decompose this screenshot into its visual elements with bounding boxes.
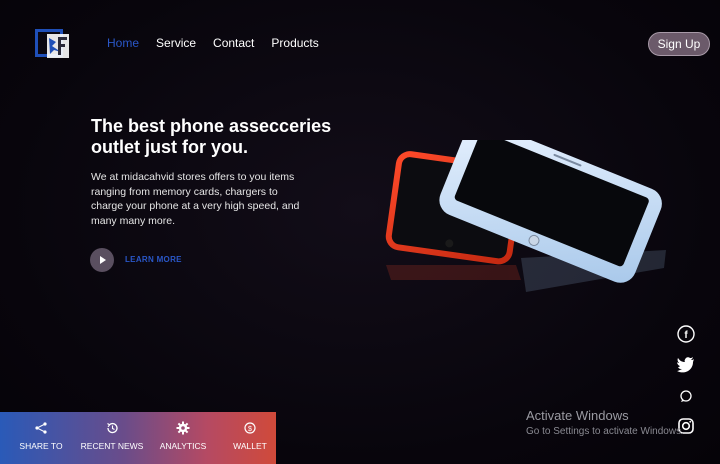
coin-icon: $ — [244, 422, 256, 434]
history-icon — [107, 422, 118, 434]
nav-home[interactable]: Home — [107, 36, 139, 50]
recent-news-button[interactable]: RECENT NEWS — [80, 412, 144, 464]
analytics-button[interactable]: ANALYTICS — [142, 412, 224, 464]
hero-description: We at midacahvid stores offers to you it… — [91, 171, 300, 227]
activate-windows-subtitle[interactable]: Go to Settings to activate Windows. — [526, 426, 696, 437]
svg-text:f: f — [684, 330, 688, 341]
activate-windows-title: Activate Windows — [526, 408, 629, 423]
gear-icon — [176, 421, 190, 435]
hero-title: The best phone assecceries outlet just f… — [91, 116, 332, 157]
recent-news-label: RECENT NEWS — [80, 441, 144, 451]
twitter-icon[interactable] — [676, 354, 696, 374]
share-to-label: SHARE TO — [19, 441, 63, 451]
main-nav: Home Service Contact Products — [107, 36, 336, 50]
wallet-button[interactable]: $ WALLET — [224, 412, 276, 464]
phones-image — [385, 140, 666, 292]
analytics-label: ANALYTICS — [159, 441, 207, 451]
learn-more-link[interactable]: LEARN MORE — [125, 255, 182, 264]
svg-text:$: $ — [248, 426, 252, 433]
brand-logo[interactable] — [34, 28, 72, 60]
wallet-label: WALLET — [233, 441, 267, 451]
bottom-action-bar: SHARE TO RECENT NEWS ANALYTICS $ WALLET — [0, 412, 276, 464]
nav-service[interactable]: Service — [156, 36, 196, 50]
whatsapp-icon[interactable] — [676, 386, 696, 406]
share-to-button[interactable]: SHARE TO — [0, 412, 82, 464]
nav-contact[interactable]: Contact — [213, 36, 254, 50]
facebook-icon[interactable]: f — [676, 324, 696, 344]
play-icon — [100, 256, 106, 264]
signup-button[interactable]: Sign Up — [648, 32, 710, 56]
share-icon — [35, 422, 47, 434]
nav-products[interactable]: Products — [271, 36, 318, 50]
play-button[interactable] — [90, 248, 114, 272]
